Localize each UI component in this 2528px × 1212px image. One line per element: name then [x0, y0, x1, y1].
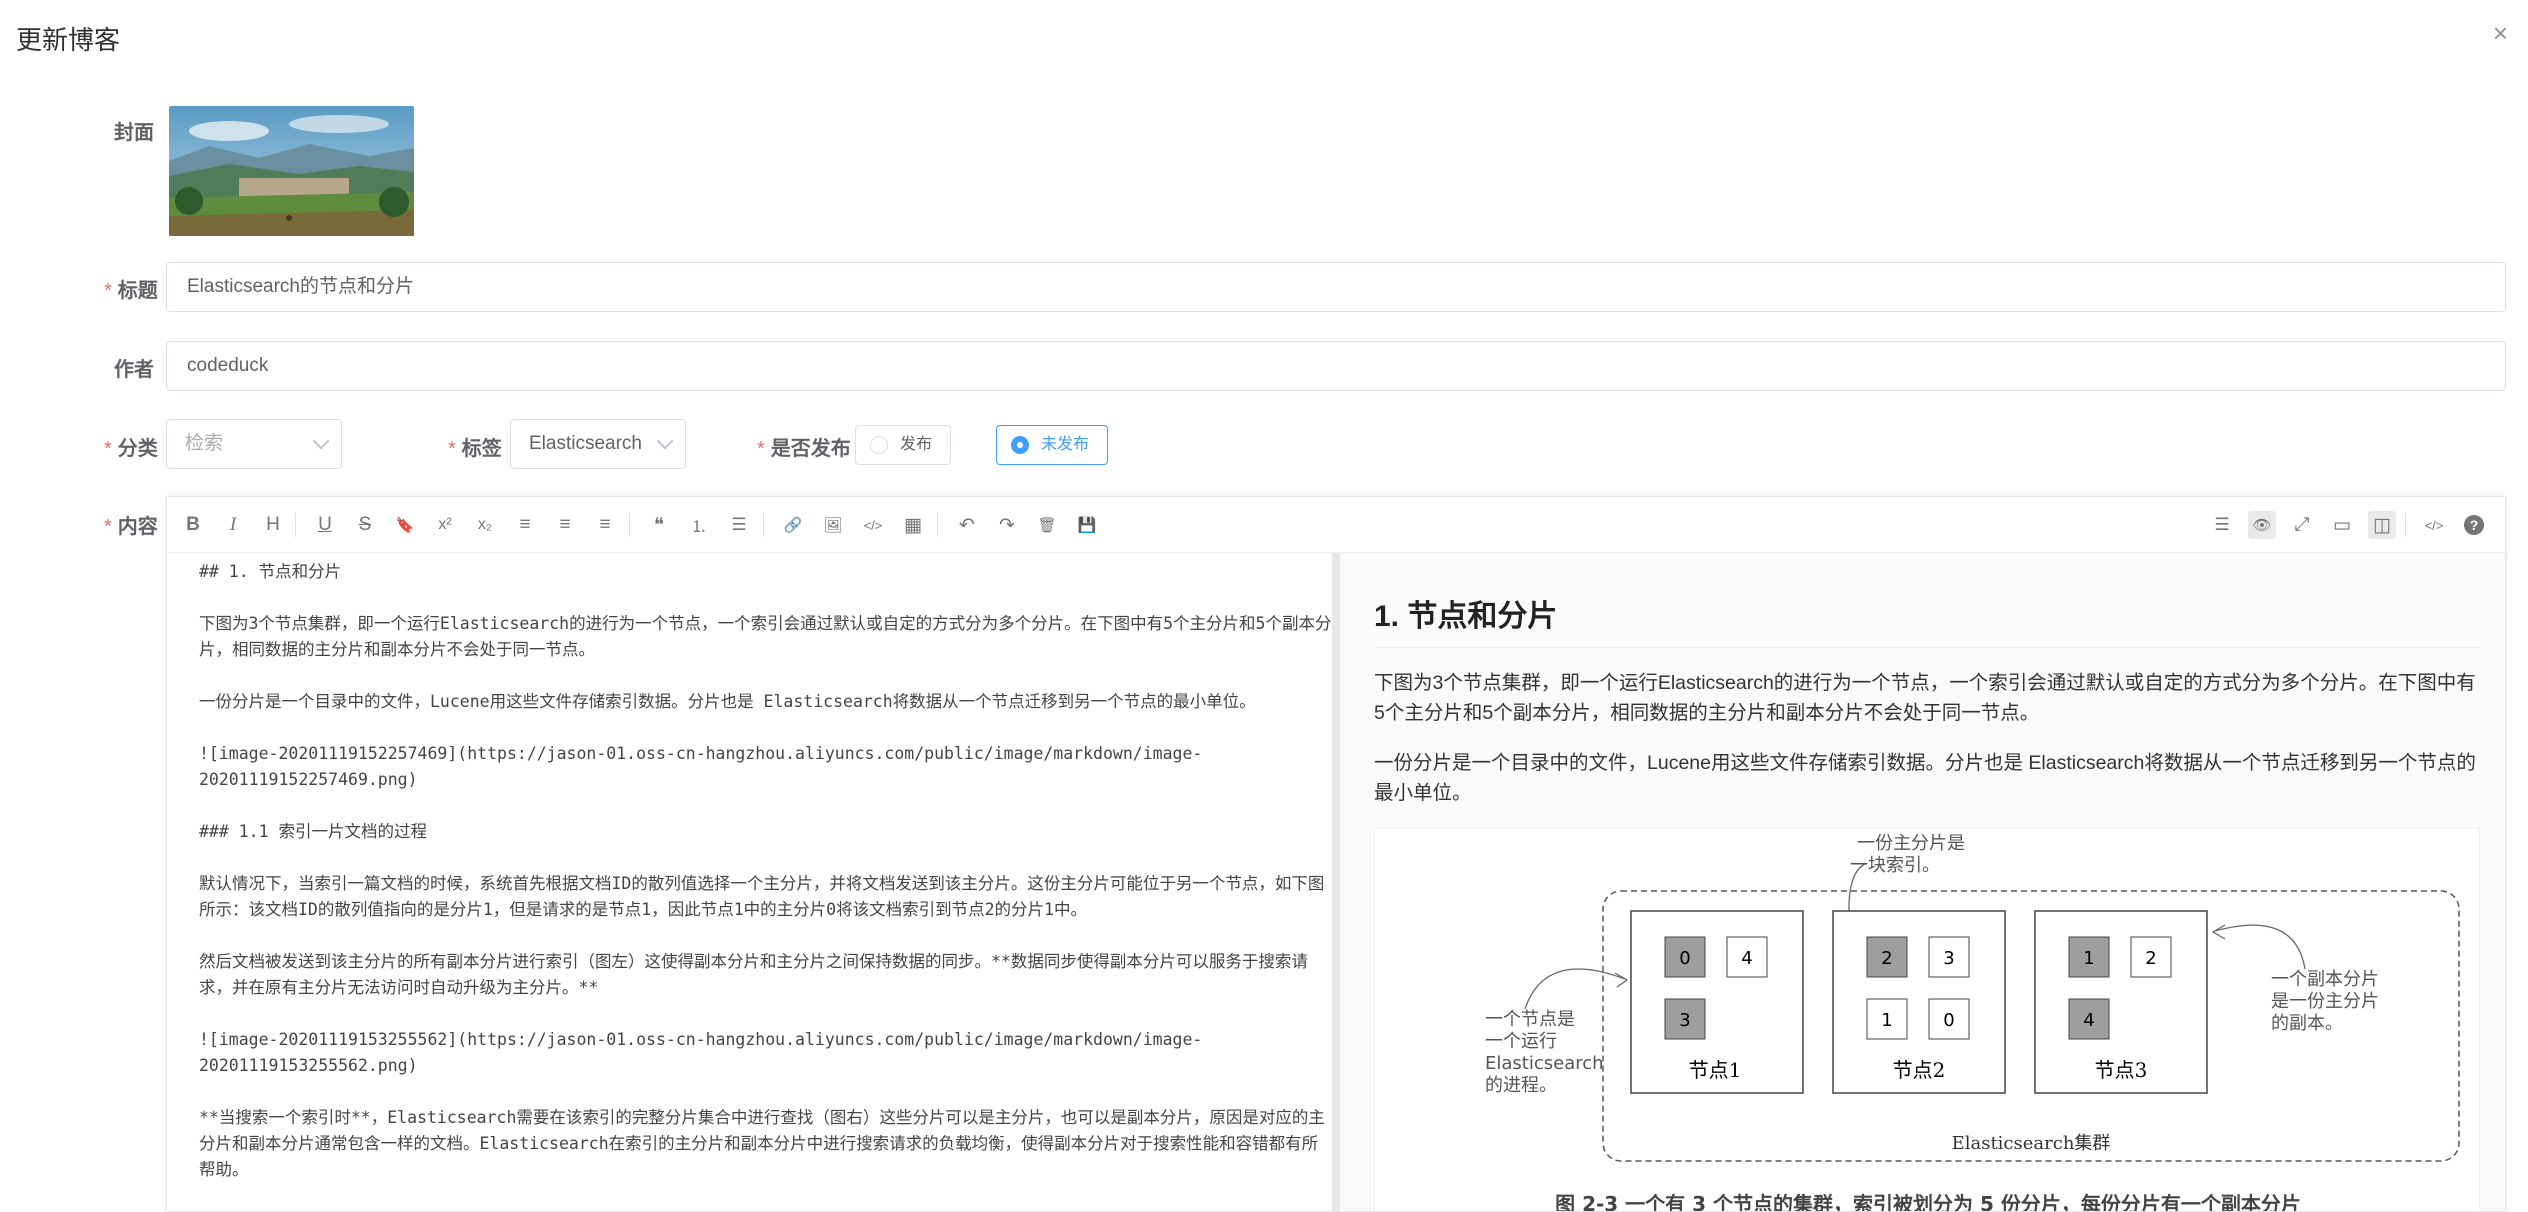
subscript-icon[interactable]: x₂ — [471, 511, 499, 539]
redo-icon[interactable]: ↷ — [993, 511, 1021, 539]
pane-divider[interactable] — [1332, 553, 1340, 1211]
save-icon[interactable]: 💾 — [1073, 511, 1101, 539]
preview-toggle-icon[interactable]: 👁 — [2248, 511, 2276, 539]
align-right-icon[interactable]: ≡ — [591, 511, 619, 539]
radio-publish-label: 发布 — [900, 436, 933, 453]
source-line: ![image-20201119153255562](https://jason… — [199, 1030, 1203, 1075]
landscape-image — [169, 106, 414, 236]
author-input[interactable]: codeduck — [166, 341, 2506, 391]
underline-icon[interactable]: U — [311, 511, 339, 539]
publish-label: * 是否发布 — [757, 438, 851, 460]
node-label: 节点1 — [1689, 1058, 1742, 1082]
radio-publish[interactable]: 发布 — [855, 425, 952, 465]
source-line: 默认情况下，当索引一篇文档的时候，系统首先根据文档ID的散列值选择一个主分片，并… — [199, 874, 1325, 919]
cover-image[interactable] — [169, 106, 414, 236]
shard-label: 3 — [1943, 948, 1954, 969]
italic-icon[interactable]: I — [219, 511, 247, 539]
source-line: **当搜索一个索引时**，Elasticsearch需要在该索引的完整分片集合中… — [199, 1108, 1325, 1179]
radio-unpublish-label: 未发布 — [1041, 436, 1090, 453]
tag-select[interactable]: Elasticsearch — [510, 419, 686, 469]
table-icon[interactable]: ▦ — [899, 511, 927, 539]
unordered-list-icon[interactable]: ☰ — [725, 511, 753, 539]
align-center-icon[interactable]: ≡ — [551, 511, 579, 539]
shard-label: 1 — [1881, 1010, 1892, 1031]
align-left-icon[interactable]: ≡ — [511, 511, 539, 539]
image-icon[interactable]: 🖼 — [819, 511, 847, 539]
markdown-source-pane[interactable]: ## 1. 节点和分片 下图为3个节点集群，即一个运行Elasticsearch… — [167, 553, 1332, 1211]
annotation-right-line: 的副本。 — [2271, 1013, 2343, 1034]
dialog-title: 更新博客 — [16, 25, 121, 55]
mark-icon[interactable]: 🔖 — [391, 511, 419, 539]
annotation-right-line: 是一份主分片 — [2271, 991, 2379, 1012]
source-line: ![image-20201119152257469](https://jason… — [199, 744, 1203, 789]
tag-label: * 标签 — [448, 438, 502, 460]
markdown-editor[interactable]: B I H U S 🔖 x² x₂ ≡ ≡ ≡ ❝ ⒈ ☰ 🔗 🖼 </> ▦ … — [166, 496, 2506, 1212]
source-line: 下图为3个节点集群，即一个运行Elasticsearch的进行为一个节点，一个索… — [199, 614, 1332, 659]
author-label: 作者 — [114, 359, 154, 381]
editor-toolbar: B I H U S 🔖 x² x₂ ≡ ≡ ≡ ❝ ⒈ ☰ 🔗 🖼 </> ▦ … — [167, 497, 2505, 553]
code-icon[interactable]: </> — [859, 511, 887, 539]
source-line: ### 1.1 索引一片文档的过程 — [199, 822, 427, 841]
shard-label: 3 — [1679, 1010, 1690, 1031]
category-label: * 分类 — [104, 438, 158, 460]
shard-label: 2 — [2145, 948, 2156, 969]
cluster-diagram: 一份主分片是 一块索引。 Elasticsearch集群 0 4 3 节点1 2… — [1485, 833, 2460, 1212]
ordered-list-icon[interactable]: ⒈ — [685, 511, 713, 539]
tag-select-value: Elasticsearch — [529, 433, 642, 454]
html-code-icon[interactable]: </> — [2420, 511, 2448, 539]
read-mode-icon[interactable]: ▭ — [2328, 511, 2356, 539]
preview-heading: 1. 节点和分片 — [1374, 591, 2480, 648]
title-label: * 标题 — [104, 280, 158, 302]
category-select-placeholder: 检索 — [185, 433, 224, 454]
category-select[interactable]: 检索 — [166, 419, 342, 469]
superscript-icon[interactable]: x² — [431, 511, 459, 539]
annotation-left-line: 一个节点是 — [1485, 1009, 1575, 1030]
bold-icon[interactable]: B — [179, 511, 207, 539]
shard-label: 2 — [1881, 948, 1892, 969]
annotation-left-line: Elasticsearch — [1485, 1053, 1604, 1074]
chevron-down-icon — [656, 432, 674, 450]
link-icon[interactable]: 🔗 — [779, 511, 807, 539]
chevron-down-icon — [312, 432, 330, 450]
shard-label: 0 — [1943, 1010, 1954, 1031]
heading-icon[interactable]: H — [259, 511, 287, 539]
quote-icon[interactable]: ❝ — [645, 511, 673, 539]
trash-icon[interactable]: 🗑 — [1033, 511, 1061, 539]
close-icon[interactable]: × — [2493, 20, 2508, 46]
markdown-preview-pane: 1. 节点和分片 下图为3个节点集群，即一个运行Elasticsearch的进行… — [1340, 553, 2505, 1211]
annotation-right-line: 一个副本分片 — [2271, 969, 2379, 990]
preview-figure: 一份主分片是 一块索引。 Elasticsearch集群 0 4 3 节点1 2… — [1374, 828, 2480, 1212]
undo-icon[interactable]: ↶ — [953, 511, 981, 539]
shard-label: 4 — [2083, 1010, 2094, 1031]
source-line: 然后文档被发送到该主分片的所有副本分片进行索引（图左）这使得副本分片和主分片之间… — [199, 952, 1308, 997]
navigation-icon[interactable]: ☰ — [2208, 511, 2236, 539]
preview-paragraph: 下图为3个节点集群，即一个运行Elasticsearch的进行为一个节点，一个索… — [1374, 672, 2476, 724]
strikethrough-icon[interactable]: S — [351, 511, 379, 539]
title-input[interactable]: Elasticsearch的节点和分片 — [166, 262, 2506, 312]
shard-label: 1 — [2083, 948, 2094, 969]
cover-label: 封面 — [114, 122, 154, 144]
annotation-top-line: 一份主分片是 — [1857, 833, 1965, 854]
shard-label: 4 — [1741, 948, 1752, 969]
node-label: 节点3 — [2095, 1058, 2148, 1082]
split-view-icon[interactable]: ◫ — [2368, 511, 2396, 539]
fullscreen-icon[interactable]: ⤢ — [2288, 511, 2316, 539]
radio-circle-icon — [870, 436, 888, 454]
content-label: * 内容 — [104, 516, 158, 538]
node-label: 节点2 — [1893, 1058, 1946, 1082]
figure-caption: 图 2-3 一个有 3 个节点的集群，索引被划分为 5 份分片，每份分片有一个副… — [1555, 1192, 2301, 1212]
source-line: 一份分片是一个目录中的文件，Lucene用这些文件存储索引数据。分片也是 Ela… — [199, 692, 1256, 711]
source-line: ## 1. 节点和分片 — [199, 562, 342, 581]
shard-label: 0 — [1679, 948, 1690, 969]
annotation-left-line: 一个运行 — [1485, 1031, 1557, 1052]
radio-unpublish[interactable]: 未发布 — [996, 425, 1109, 465]
annotation-left-line: 的进程。 — [1485, 1075, 1557, 1096]
preview-paragraph: 一份分片是一个目录中的文件，Lucene用这些文件存储索引数据。分片也是 Ela… — [1374, 752, 2476, 804]
cluster-label: Elasticsearch集群 — [1952, 1133, 2111, 1154]
radio-circle-checked-icon — [1011, 436, 1029, 454]
help-icon[interactable]: ? — [2460, 511, 2488, 539]
